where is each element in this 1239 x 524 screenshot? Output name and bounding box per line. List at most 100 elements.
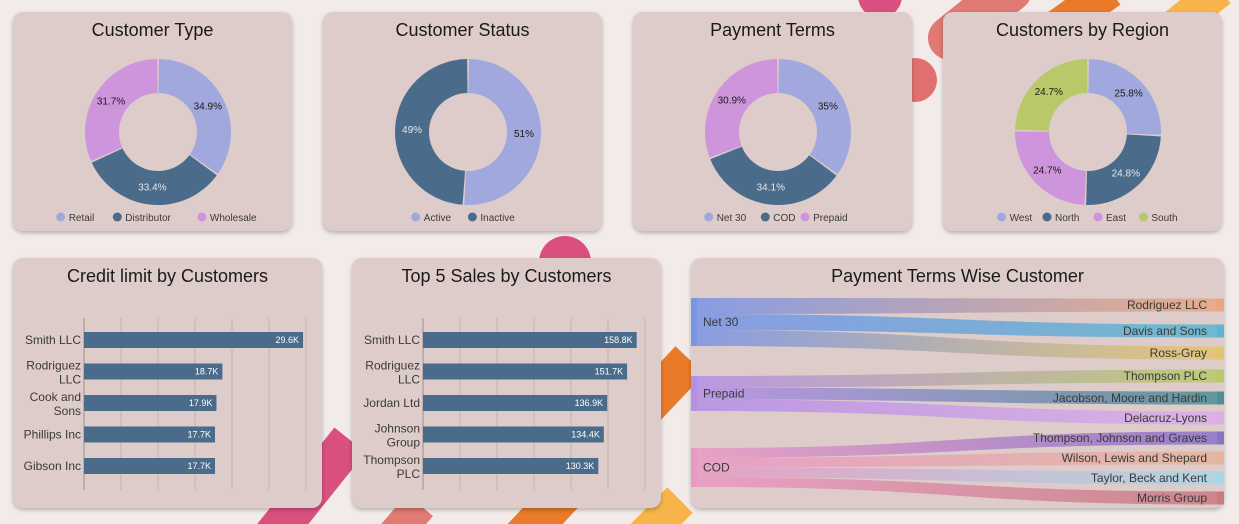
- bar-value-label: 151.7K: [595, 367, 624, 377]
- credit-limit-bar-chart: 29.6K Smith LLC 18.7K RodriguezLLC 17.9K Cook…: [24, 318, 307, 490]
- payment-terms-sankey: Net 30 Prepaid COD Rodriguez LLC Davis and S…: [691, 298, 1224, 505]
- slice-percent-label: 24.8%: [1112, 168, 1140, 179]
- legend-marker-active: [411, 212, 421, 222]
- bar-value-label: 17.9K: [189, 398, 213, 408]
- customer-type-card: Customer Type 34.9% 33.4% 31.7% Retail Distr…: [13, 12, 292, 231]
- sankey-target-label: Delacruz-Lyons: [1124, 411, 1207, 425]
- slice-percent-label: 35%: [818, 102, 838, 113]
- donut-slice-prepaid: [705, 59, 778, 158]
- bar-category-label: Jordan Ltd: [363, 396, 420, 410]
- legend-marker-distributor: [112, 212, 122, 222]
- customer-status-donut: 51% 49% Active Inactive: [394, 59, 541, 224]
- payment-terms-wise-customer-card: Payment Terms Wise Customer Net 30 Prepai…: [691, 258, 1224, 508]
- sankey-source-node-prepaid: [691, 376, 697, 411]
- sankey-source-label: COD: [703, 461, 730, 475]
- slice-percent-label: 51%: [514, 129, 534, 140]
- legend-label-north: North: [1055, 213, 1079, 224]
- payment-terms-card: Payment Terms 35% 34.1% 30.9% Net 30 COD Prep…: [633, 12, 912, 231]
- sankey-source-label: Net 30: [703, 315, 739, 329]
- legend-label-wholesale: Wholesale: [210, 213, 257, 224]
- legend-label-cod: COD: [773, 213, 795, 224]
- legend-label-south: South: [1151, 213, 1177, 224]
- legend-marker-south: [1138, 212, 1148, 222]
- bar-value-label: 130.3K: [566, 461, 595, 471]
- sankey-target-node-ross-gray: [1217, 346, 1224, 360]
- slice-percent-label: 31.7%: [97, 97, 125, 108]
- slice-percent-label: 24.7%: [1033, 165, 1061, 176]
- customers-by-region-card: Customers by Region 25.8% 24.8% 24.7% 24.7%…: [943, 12, 1222, 231]
- bar-category-label: Rodriguez: [26, 359, 81, 373]
- bar-category-label: Rodriguez: [365, 359, 420, 373]
- donut-slice-net-30: [778, 59, 851, 175]
- slice-percent-label: 24.7%: [1035, 87, 1063, 98]
- slice-percent-label: 34.9%: [194, 101, 222, 112]
- sankey-target-node-jacobson-moore-and-hardin: [1217, 391, 1224, 405]
- legend-label-distributor: Distributor: [125, 213, 171, 224]
- bar-value-label: 29.6K: [276, 335, 300, 345]
- sankey-target-node-taylor-beck-and-kent: [1217, 471, 1224, 485]
- legend-marker-retail: [56, 212, 66, 222]
- sankey-target-node-davis-and-sons: [1217, 324, 1224, 338]
- legend-label-inactive: Inactive: [480, 213, 515, 224]
- sankey-target-node-thompson-plc: [1217, 369, 1224, 383]
- bar-smith-llc: [84, 332, 304, 348]
- bar-value-label: 134.4K: [571, 430, 600, 440]
- slice-percent-label: 34.1%: [757, 183, 785, 194]
- sankey-target-node-rodriguez-llc: [1217, 298, 1224, 312]
- top-sales-bar-chart: 158.8K Smith LLC 151.7K RodriguezLLC 136.9K J…: [363, 318, 646, 490]
- sankey-target-node-thompson-johnson-and-graves: [1217, 431, 1224, 445]
- legend-marker-wholesale: [197, 212, 207, 222]
- legend-marker-prepaid: [800, 212, 810, 222]
- sankey-source-label: Prepaid: [703, 387, 744, 401]
- legend-label-east: East: [1106, 213, 1126, 224]
- slice-percent-label: 49%: [402, 125, 422, 136]
- sankey-target-label: Taylor, Beck and Kent: [1091, 471, 1208, 485]
- bar-value-label: 17.7K: [187, 430, 211, 440]
- bar-value-label: 17.7K: [187, 461, 211, 471]
- bar-category-label: LLC: [398, 373, 420, 387]
- legend-label-active: Active: [424, 213, 452, 224]
- legend-label-net-30: Net 30: [717, 213, 747, 224]
- bar-category-label: Smith LLC: [25, 333, 81, 347]
- bar-category-label: Johnson: [375, 422, 420, 436]
- payment-terms-donut: 35% 34.1% 30.9% Net 30 COD Prepaid: [704, 59, 851, 224]
- bar-value-label: 158.8K: [604, 335, 633, 345]
- sankey-target-label: Rodriguez LLC: [1127, 298, 1207, 312]
- sankey-target-label: Thompson PLC: [1124, 369, 1208, 383]
- bar-category-label: Group: [387, 436, 421, 450]
- legend-label-west: West: [1010, 213, 1033, 224]
- bar-category-label: PLC: [397, 467, 421, 481]
- sankey-target-label: Ross-Gray: [1150, 346, 1207, 360]
- sankey-source-node-net-30: [691, 298, 697, 346]
- sankey-target-node-delacruz-lyons: [1217, 411, 1224, 425]
- bar-category-label: Sons: [54, 404, 81, 418]
- bar-category-label: Cook and: [30, 390, 81, 404]
- sankey-target-label: Wilson, Lewis and Shepard: [1062, 451, 1207, 465]
- legend-marker-east: [1093, 212, 1103, 222]
- slice-percent-label: 25.8%: [1114, 88, 1142, 99]
- legend-marker-cod: [760, 212, 770, 222]
- sankey-source-node-cod: [691, 448, 697, 487]
- legend-marker-north: [1042, 212, 1052, 222]
- customer-type-donut: 34.9% 33.4% 31.7% Retail Distributor Wholesal…: [56, 59, 257, 224]
- bar-value-label: 136.9K: [575, 398, 604, 408]
- customer-status-card: Customer Status 51% 49% Active Inactive: [323, 12, 602, 231]
- legend-marker-net-30: [704, 212, 714, 222]
- bar-category-label: Smith LLC: [364, 333, 420, 347]
- bar-category-label: Phillips Inc: [24, 428, 81, 442]
- sankey-target-label: Jacobson, Moore and Hardin: [1053, 391, 1207, 405]
- donut-slice-wholesale: [84, 59, 158, 162]
- donut-slice-retail: [158, 59, 232, 174]
- sankey-target-node-wilson-lewis-and-shepard: [1217, 451, 1224, 465]
- bar-category-label: Thompson: [363, 453, 420, 467]
- credit-limit-card: Credit limit by Customers 29.6K Smith LLC…: [13, 258, 322, 508]
- legend-marker-west: [997, 212, 1007, 222]
- customers-by-region-donut: 25.8% 24.8% 24.7% 24.7% West North East South: [997, 59, 1178, 224]
- top-sales-card: Top 5 Sales by Customers 158.8K Smith LLC…: [352, 258, 661, 508]
- sankey-target-label: Morris Group: [1137, 491, 1207, 505]
- slice-percent-label: 30.9%: [718, 95, 746, 106]
- slice-percent-label: 33.4%: [138, 183, 166, 194]
- bar-category-label: LLC: [59, 373, 81, 387]
- legend-label-prepaid: Prepaid: [813, 213, 847, 224]
- sankey-target-label: Davis and Sons: [1123, 324, 1207, 338]
